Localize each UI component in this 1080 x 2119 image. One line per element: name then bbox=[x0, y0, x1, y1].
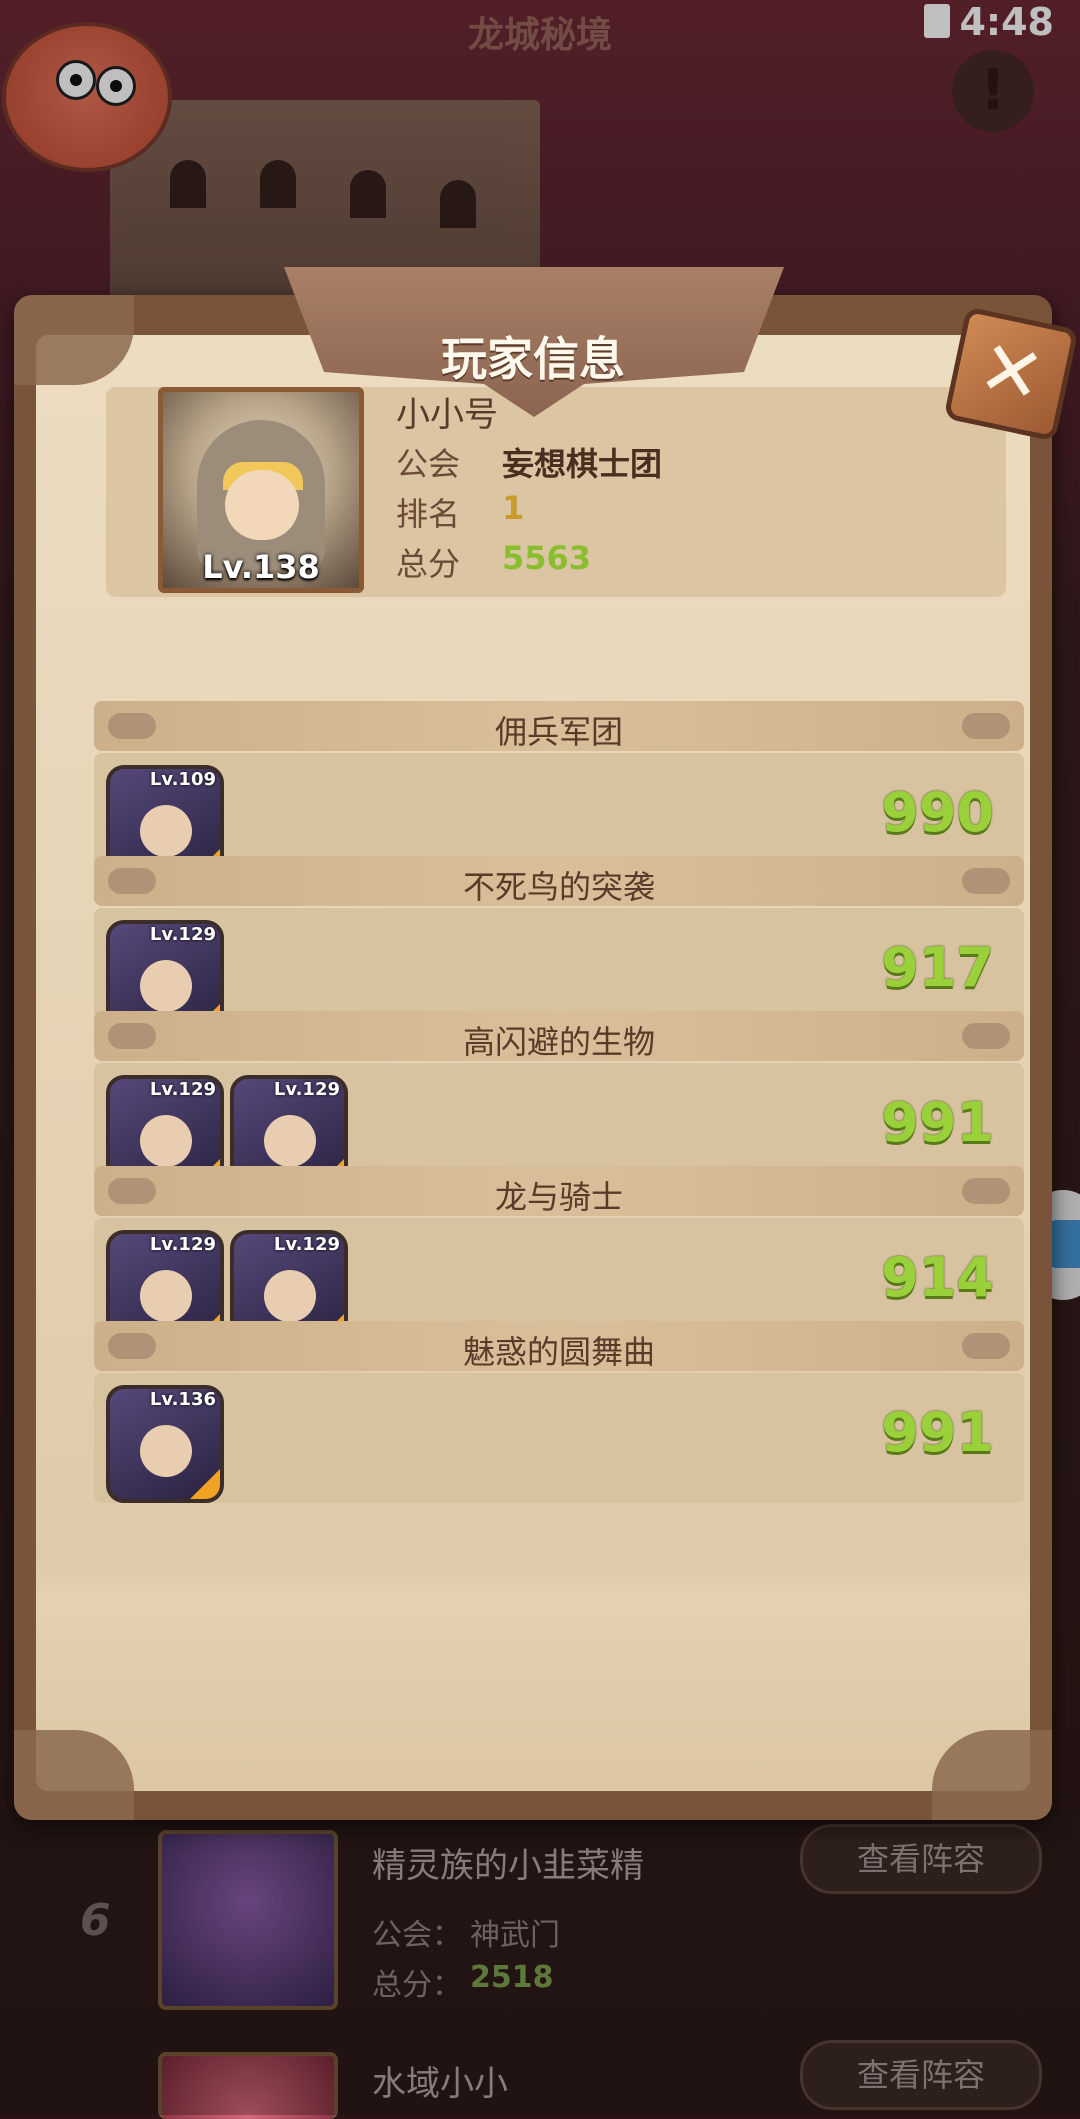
section-score: 991 bbox=[881, 1401, 994, 1464]
section-lineup: Lv.136 991 bbox=[94, 1373, 1024, 1503]
close-button[interactable]: ✕ bbox=[943, 306, 1079, 442]
section-header: 不死鸟的突袭 bbox=[94, 856, 1024, 906]
hero-level: Lv.136 bbox=[149, 1389, 216, 1410]
player-level: Lv.138 bbox=[202, 548, 320, 586]
ornament-icon bbox=[962, 868, 1010, 894]
hero-level: Lv.129 bbox=[273, 1234, 340, 1255]
player-summary: Lv.138 小小号 公会 妄想棋士团 排名 1 总分 5563 bbox=[106, 387, 1006, 597]
hero-level: Lv.129 bbox=[149, 1079, 216, 1100]
ornament-icon bbox=[962, 1023, 1010, 1049]
rank-value: 1 bbox=[502, 489, 525, 527]
section-title: 龙与骑士 bbox=[494, 1178, 623, 1216]
section-title: 高闪避的生物 bbox=[462, 1023, 655, 1061]
section-score: 917 bbox=[881, 936, 994, 999]
player-portrait[interactable]: Lv.138 bbox=[158, 387, 364, 593]
section-header: 魅惑的圆舞曲 bbox=[94, 1321, 1024, 1371]
guild-label: 公会 bbox=[396, 445, 461, 483]
ornament-icon bbox=[962, 1333, 1010, 1359]
ornament-icon bbox=[962, 1178, 1010, 1204]
hero-portrait[interactable]: Lv.136 bbox=[106, 1385, 224, 1503]
section-score: 991 bbox=[881, 1091, 994, 1154]
dialog-title: 玩家信息 bbox=[441, 332, 625, 386]
total-score-label: 总分 bbox=[396, 545, 461, 583]
player-name: 小小号 bbox=[396, 395, 498, 435]
hero-level: Lv.129 bbox=[149, 1234, 216, 1255]
section-header: 龙与骑士 bbox=[94, 1166, 1024, 1216]
ornament-icon bbox=[962, 713, 1010, 739]
section-title: 不死鸟的突袭 bbox=[462, 868, 655, 906]
total-score-value: 5563 bbox=[502, 539, 592, 577]
scroll-fade bbox=[36, 1560, 1030, 1791]
section-title: 佣兵军团 bbox=[494, 713, 623, 751]
section-header: 佣兵军团 bbox=[94, 701, 1024, 751]
section-score: 990 bbox=[881, 781, 994, 844]
section-score: 914 bbox=[881, 1246, 994, 1309]
dialog-panel: Lv.138 小小号 公会 妄想棋士团 排名 1 总分 5563 佣兵军团 Lv.… bbox=[36, 335, 1030, 1791]
section-title: 魅惑的圆舞曲 bbox=[462, 1333, 655, 1371]
section-header: 高闪避的生物 bbox=[94, 1011, 1024, 1061]
guild-name: 妄想棋士团 bbox=[502, 445, 663, 483]
hero-level: Lv.109 bbox=[149, 769, 216, 790]
rank-label: 排名 bbox=[396, 495, 461, 533]
hero-level: Lv.129 bbox=[273, 1079, 340, 1100]
hero-level: Lv.129 bbox=[149, 924, 216, 945]
player-info-dialog: Lv.138 小小号 公会 妄想棋士团 排名 1 总分 5563 佣兵军团 Lv.… bbox=[14, 267, 1079, 1820]
